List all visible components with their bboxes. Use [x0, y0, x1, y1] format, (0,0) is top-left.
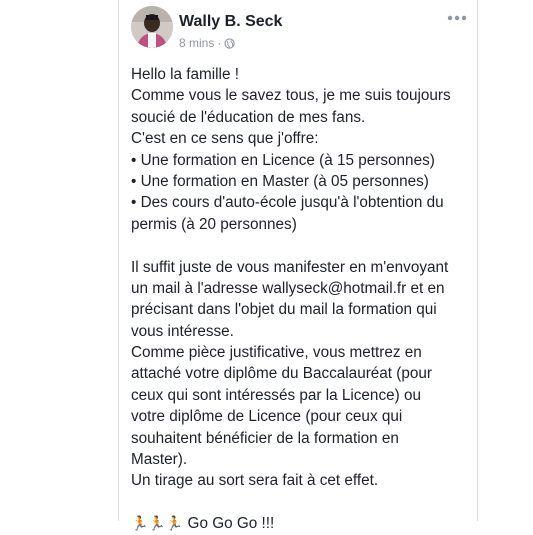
- post-card: Wally B. Seck 8 mins · Hello la famille …: [118, 0, 478, 532]
- post-line: Un tirage au sort sera fait à cet effet.: [131, 472, 379, 490]
- post-line: Master).: [131, 451, 188, 469]
- post-line: permis (à 20 personnes): [131, 215, 297, 233]
- post-line: vous intéresse.: [131, 322, 234, 340]
- post-line: votre diplôme de Licence (pour ceux qui: [131, 408, 403, 426]
- closing-text: Go Go Go !!!: [187, 515, 275, 533]
- post-line: un mail à l'adresse wallyseck@hotmail.fr…: [131, 279, 445, 297]
- post-line: ceux qui sont intéressés par la Licence)…: [131, 386, 421, 404]
- post-header: Wally B. Seck 8 mins ·: [131, 6, 469, 56]
- post-line: attaché votre diplôme du Baccalauréat (p…: [131, 365, 433, 383]
- running-emoji: 🏃🏃🏃: [131, 515, 184, 532]
- post-line: Comme pièce justificative, vous mettrez …: [131, 344, 422, 362]
- meta-separator: ·: [217, 36, 222, 50]
- author-name[interactable]: Wally B. Seck: [179, 13, 282, 31]
- post-line: soucié de l'éducation de mes fans.: [131, 108, 366, 126]
- post-line: Comme vous le savez tous, je me suis tou…: [131, 87, 451, 105]
- post-line: précisant dans l'objet du mail la format…: [131, 301, 437, 319]
- author-avatar[interactable]: [131, 6, 173, 48]
- post-line: • Des cours d'auto-école jusqu'à l'obten…: [131, 194, 444, 212]
- post-meta: 8 mins ·: [179, 36, 235, 50]
- post-body: Hello la famille ! Comme vous le savez t…: [131, 64, 475, 535]
- post-line: C'est en ce sens que j'offre:: [131, 130, 319, 148]
- closing-line: 🏃🏃🏃 Go Go Go !!!: [131, 513, 475, 534]
- post-line: Il suffit juste de vous manifester en m'…: [131, 258, 449, 276]
- post-line: • Une formation en Licence (à 15 personn…: [131, 151, 435, 169]
- post-line: • Une formation en Master (à 05 personne…: [131, 172, 429, 190]
- post-timestamp[interactable]: 8 mins: [179, 36, 214, 50]
- more-options-icon[interactable]: [445, 12, 469, 24]
- post-line: Hello la famille !: [131, 66, 239, 83]
- post-line: souhaitent bénéficier de la formation en: [131, 429, 399, 447]
- globe-icon[interactable]: [224, 37, 235, 49]
- screenshot-frame: Wally B. Seck 8 mins · Hello la famille …: [0, 0, 533, 532]
